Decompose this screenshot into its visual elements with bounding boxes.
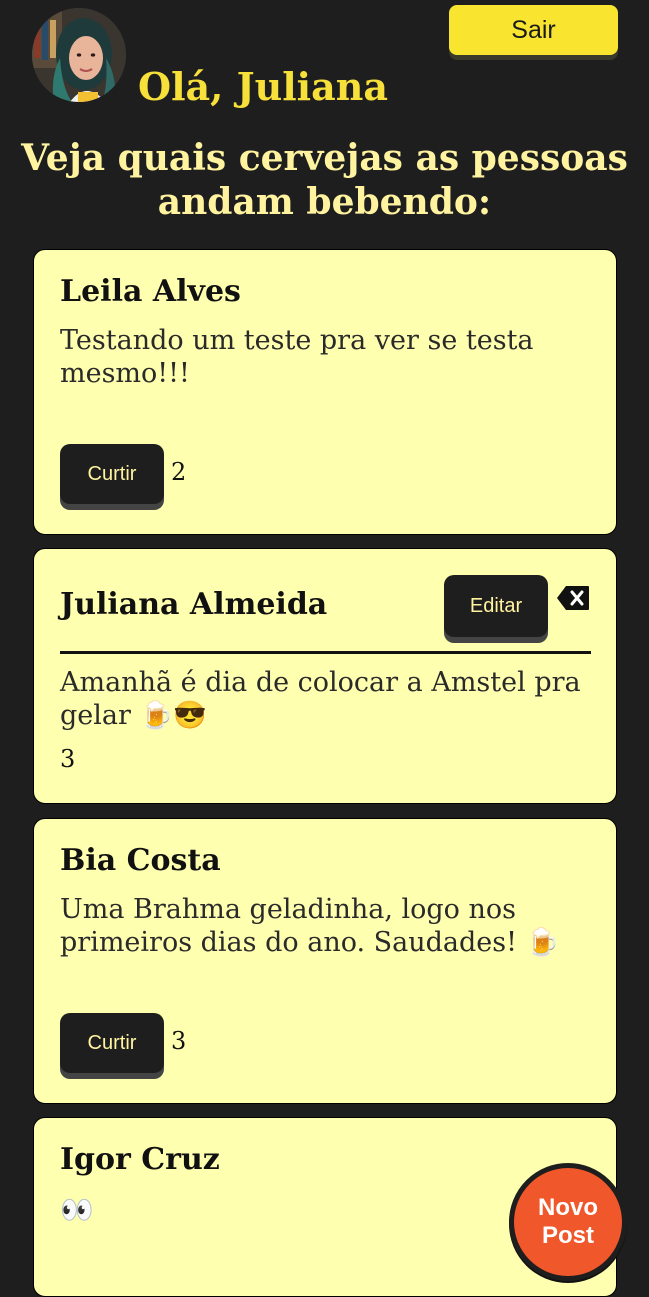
post-text: Uma Brahma geladinha, logo nos primeiros… [60,894,560,958]
post-card: Bia Costa Uma Brahma geladinha, logo nos… [33,818,617,1104]
delete-icon[interactable] [556,585,590,611]
post-divider [60,651,591,654]
post-author: Leila Alves [60,274,241,309]
like-count: 2 [171,458,187,486]
logout-button[interactable]: Sair [449,5,618,55]
avatar[interactable] [32,8,126,102]
post-author: Igor Cruz [60,1142,220,1177]
post-text: Testando um teste pra ver se testa mesmo… [60,325,534,389]
new-post-button[interactable]: Novo Post [509,1163,627,1281]
new-post-label-line2: Post [541,1222,594,1249]
post-author: Juliana Almeida [60,587,328,622]
greeting: Olá, Juliana [138,64,388,109]
avatar-image [32,8,126,102]
post-text: Amanhã é dia de colocar a Amstel pra gel… [60,667,581,731]
edit-button[interactable]: Editar [444,575,548,637]
like-count: 3 [171,1027,187,1055]
like-button[interactable]: Curtir [60,444,164,504]
like-count: 3 [60,745,76,773]
post-author: Bia Costa [60,843,221,878]
post-card: Juliana Almeida Editar Amanhã é dia de c… [33,548,617,804]
page-subtitle: Veja quais cervejas as pessoas andam beb… [21,137,628,223]
new-post-label-line1: Novo [538,1194,598,1221]
header: Olá, Juliana Sair Veja quais cervejas as… [0,0,649,240]
post-card: Leila Alves Testando um teste pra ver se… [33,249,617,535]
like-button[interactable]: Curtir [60,1013,164,1073]
